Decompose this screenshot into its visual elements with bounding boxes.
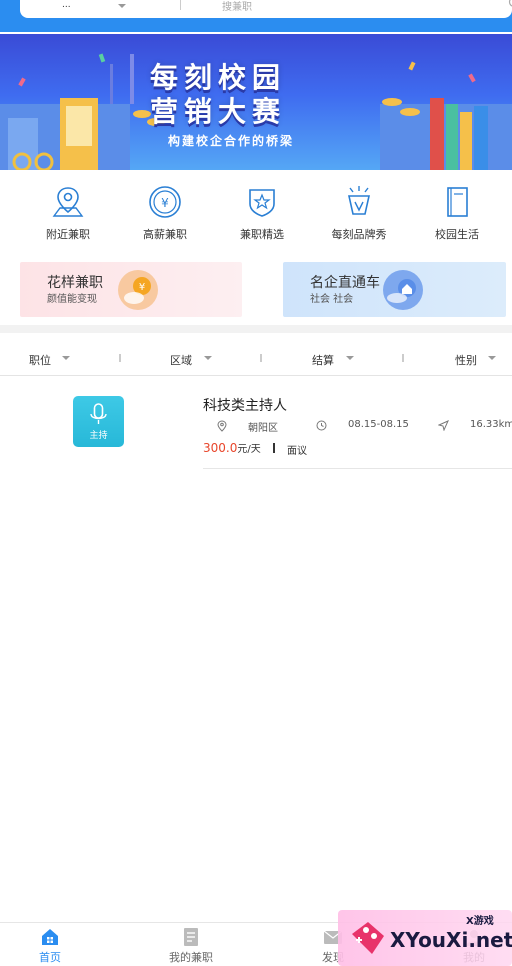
coin-badge-icon: ¥ xyxy=(118,270,158,310)
watermark-text: XYouXi.net xyxy=(390,928,512,952)
chevron-down-icon[interactable] xyxy=(488,356,496,360)
filter-separator xyxy=(119,354,121,362)
category-label: 每刻品牌秀 xyxy=(331,228,387,241)
promo-card-fancy-jobs[interactable]: 花样兼职 颜值能变现 ¥ xyxy=(20,262,242,317)
filter-settlement[interactable]: 结算 xyxy=(312,352,334,368)
watermark: X游戏 XYouXi.net xyxy=(338,910,512,966)
nav-label: 首页 xyxy=(39,951,61,964)
chevron-down-icon[interactable] xyxy=(118,4,126,8)
job-thumbnail-label: 主持 xyxy=(89,431,108,441)
category-label: 附近兼职 xyxy=(46,228,90,241)
nav-my-jobs[interactable]: 我的兼职 xyxy=(141,927,241,965)
watermark-tag: X游戏 xyxy=(466,916,494,927)
category-featured[interactable]: 兼职精选 xyxy=(217,180,307,242)
category-label: 校园生活 xyxy=(435,228,479,241)
job-interview: 面议 xyxy=(287,446,307,457)
category-brand-show[interactable]: 每刻品牌秀 xyxy=(314,180,404,242)
category-campus-life[interactable]: 校园生活 xyxy=(412,180,502,242)
svg-text:¥: ¥ xyxy=(139,282,145,293)
chevron-down-icon[interactable] xyxy=(62,356,70,360)
promo-subtitle: 颜值能变现 xyxy=(47,294,97,305)
house-badge-icon xyxy=(383,270,423,310)
filter-position[interactable]: 职位 xyxy=(29,352,51,368)
yen-coin-icon: ¥ xyxy=(149,186,181,218)
category-nearby[interactable]: 附近兼职 xyxy=(23,180,113,242)
diamond-badge-icon xyxy=(348,186,370,215)
salary-separator xyxy=(273,443,275,453)
svg-text:¥: ¥ xyxy=(161,196,169,210)
banner-title-line2: 营销大赛 xyxy=(150,95,287,128)
nav-label: 我的兼职 xyxy=(169,951,213,964)
chevron-down-icon[interactable] xyxy=(204,356,212,360)
filter-separator xyxy=(402,354,404,362)
category-grid: 附近兼职 ¥ 高薪兼职 兼职精选 每刻品牌秀 校园生活 xyxy=(0,180,512,250)
job-thumbnail: 主持 xyxy=(73,396,124,447)
promo-card-top-companies[interactable]: 名企直通车 社会 社会 xyxy=(283,262,506,317)
job-salary: 300.0元/天 xyxy=(203,440,261,455)
job-location: 朝阳区 xyxy=(248,423,278,434)
award-star-icon xyxy=(249,189,275,217)
filter-separator xyxy=(260,354,262,362)
job-title: 科技类主持人 xyxy=(203,398,287,414)
job-salary-value: 300.0 xyxy=(203,441,238,455)
promo-title: 花样兼职 xyxy=(47,275,103,291)
navigation-arrow-icon xyxy=(438,420,449,431)
search-input[interactable]: 搜兼职 xyxy=(222,0,252,13)
job-date-range: 08.15-08.15 xyxy=(348,419,409,430)
map-pin-icon xyxy=(52,187,84,217)
chevron-down-icon[interactable] xyxy=(346,356,354,360)
search-icon[interactable] xyxy=(508,0,512,10)
document-icon xyxy=(184,928,198,946)
category-label: 兼职精选 xyxy=(240,228,284,241)
home-icon xyxy=(42,929,58,945)
search-divider xyxy=(180,0,181,10)
search-box[interactable]: ... 搜兼职 xyxy=(20,0,512,18)
promo-title: 名企直通车 xyxy=(310,275,380,291)
category-label: 高薪兼职 xyxy=(143,228,187,241)
clock-icon xyxy=(316,420,327,431)
job-divider xyxy=(203,468,512,469)
category-high-salary[interactable]: ¥ 高薪兼职 xyxy=(120,180,210,242)
city-selector[interactable]: ... xyxy=(62,0,71,10)
book-icon xyxy=(447,187,468,217)
job-distance: 16.33km xyxy=(470,419,512,430)
filter-gender[interactable]: 性别 xyxy=(455,352,477,368)
section-gap xyxy=(0,325,512,333)
nav-home[interactable]: 首页 xyxy=(0,927,100,965)
filter-bar: 职位 区域 结算 性别 xyxy=(0,340,512,376)
promo-subtitle: 社会 社会 xyxy=(310,294,354,305)
top-bar: ... 搜兼职 xyxy=(0,0,512,32)
gamepad-logo-icon xyxy=(352,922,384,954)
filter-area[interactable]: 区域 xyxy=(170,352,192,368)
banner-subtitle: 构建校企合作的桥梁 xyxy=(168,134,295,148)
location-pin-icon xyxy=(217,420,227,432)
job-list-item[interactable]: 主持 科技类主持人 朝阳区 08.15-08.15 16.33km 300.0元… xyxy=(0,378,512,470)
job-salary-unit: 元/天 xyxy=(237,444,261,455)
promo-banner[interactable]: 每刻校园 营销大赛 构建校企合作的桥梁 xyxy=(0,34,512,170)
